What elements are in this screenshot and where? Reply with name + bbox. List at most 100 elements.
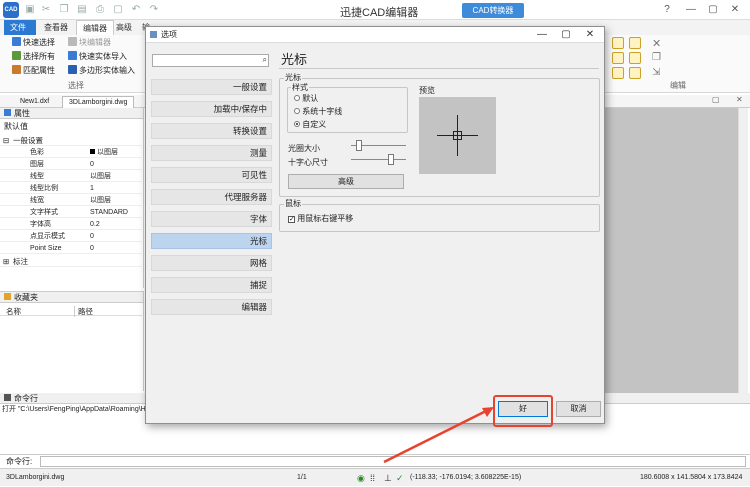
arrow-shaft [383,408,489,464]
advanced-button[interactable]: 高级 [288,174,404,189]
table-row[interactable]: 线型 以图层 [0,171,142,182]
dialog-icon [150,31,157,38]
copy-icon[interactable]: ❐ [652,52,661,63]
right-button-pan-checkbox[interactable]: ✓ 用鼠标右键平移 [288,213,353,224]
grid-icon[interactable]: ⁞⁞ [370,469,375,487]
crosshair-size-slider[interactable] [351,154,406,165]
status-size: 180.6008 x 141.5804 x 173.8424 [640,474,743,481]
group-label-select: 选择 [68,81,84,90]
entity-import-button[interactable]: 快速实体导入 [68,51,127,63]
slider-track [351,159,406,160]
favorites-panel: 收藏夹 名称 路径 [0,291,144,391]
draw-icon[interactable] [612,67,624,79]
vertical-scrollbar[interactable] [738,108,748,393]
tab-editor[interactable]: 编辑器 [76,20,114,35]
nav-editor[interactable]: 编辑器 [151,299,272,315]
preview-icon[interactable]: ▢ [112,4,124,16]
cancel-button[interactable]: 取消 [556,401,601,417]
help-icon[interactable]: ? [660,3,674,17]
nav-load-save[interactable]: 加载中/保存中 [151,101,272,117]
table-row[interactable]: 点显示模式 0 [0,231,142,242]
move-icon[interactable]: ⇲ [652,67,660,78]
print-icon[interactable]: ⎙ [94,4,106,16]
table-row[interactable]: 图层 0 [0,159,142,170]
polygon-entity-icon [68,65,77,74]
osnap-icon[interactable]: ✓ [396,469,404,487]
redo-icon[interactable]: ↷ [148,4,160,16]
copy-icon[interactable]: ❐ [58,4,70,16]
favorites-columns: 名称 路径 [0,306,142,317]
nav-cursor[interactable]: 光标 [151,233,272,249]
annotation-arrow-icon [383,407,494,464]
dialog-maximize-icon[interactable]: ▢ [558,28,574,42]
cursor-size-slider[interactable] [351,140,406,151]
search-icon: ⌕ [262,55,267,64]
command-prompt: 命令行: [6,457,33,466]
paste-icon[interactable]: ▤ [76,4,88,16]
edit-icon[interactable] [629,37,641,49]
tab-viewer[interactable]: 查看器 [38,20,74,35]
match-properties-icon [12,65,21,74]
minimize-icon[interactable]: — [684,3,698,17]
close-icon[interactable]: ✕ [728,3,742,17]
table-row[interactable]: 色彩 以图层 [0,147,142,158]
edit-icon[interactable] [629,52,641,64]
doc-restore-icon[interactable]: ▢ [712,95,720,104]
table-row[interactable]: 线型比例 1 [0,183,142,194]
snap-icon[interactable]: ◉ [357,469,365,487]
dialog-minimize-icon[interactable]: — [534,28,550,42]
nav-visibility[interactable]: 可见性 [151,167,272,183]
group-label-edit: 编辑 [670,81,686,90]
drawing-canvas[interactable] [604,108,746,403]
table-row[interactable]: Point Size 0 [0,243,142,254]
delete-icon[interactable]: ✕ [652,37,661,50]
polygon-entity-button[interactable]: 多边形实体输入 [68,65,135,77]
tab-advanced[interactable]: 高级 [110,20,138,35]
radio-selected-icon [294,121,300,127]
nav-font[interactable]: 字体 [151,211,272,227]
default-value-label: 默认值 [4,122,28,131]
maximize-icon[interactable]: ▢ [706,3,720,17]
nav-proxy[interactable]: 代理服务器 [151,189,272,205]
section-annotation[interactable]: ⊞ 标注 [0,256,142,267]
cad-converter-button[interactable]: CAD转换器 [462,3,524,18]
nav-measure[interactable]: 测量 [151,145,272,161]
section-general[interactable]: ⊟ 一般设置 [0,135,142,146]
nav-general[interactable]: 一般设置 [151,79,272,95]
slider-thumb[interactable] [356,140,362,151]
table-row[interactable]: 字体高 0.2 [0,219,142,230]
nav-search-input[interactable]: ⌕ [152,54,269,67]
edit-icon[interactable] [629,67,641,79]
column-name[interactable]: 名称 [6,306,21,317]
draw-icon[interactable] [612,52,624,64]
select-all-button[interactable]: 选择所有 [12,51,55,63]
style-option-system[interactable]: 系统十字线 [294,106,342,117]
status-bar: 3DLamborgini.dwg 1/1 ◉ ⁞⁞ ⊥ ✓ (-118.33; … [0,468,750,486]
block-editor-button[interactable]: 块编辑器 [68,37,111,49]
cut-icon[interactable]: ✂ [40,4,52,16]
checkbox-checked-icon: ✓ [288,216,295,223]
dialog-close-icon[interactable]: ✕ [582,28,598,42]
undo-icon[interactable]: ↶ [130,4,142,16]
radio-icon [294,95,300,101]
ortho-icon[interactable]: ⊥ [384,469,392,487]
tab-file[interactable]: 文件 [4,20,36,35]
save-icon[interactable]: ▣ [24,4,36,16]
column-path[interactable]: 路径 [74,306,93,317]
draw-icon[interactable] [612,37,624,49]
nav-conversion[interactable]: 转换设置 [151,123,272,139]
match-properties-button[interactable]: 匹配属性 [12,65,55,77]
status-page: 1/1 [297,474,307,481]
style-option-default[interactable]: 默认 [294,93,318,104]
doc-close-icon[interactable]: ✕ [736,95,743,104]
quick-select-button[interactable]: 快速选择 [12,37,55,49]
style-option-custom[interactable]: 自定义 [294,119,326,130]
nav-snap[interactable]: 捕捉 [151,277,272,293]
nav-grid[interactable]: 网格 [151,255,272,271]
app-title: 迅捷CAD编辑器 [340,7,419,19]
slider-thumb[interactable] [388,154,394,165]
table-row[interactable]: 线宽 以图层 [0,195,142,206]
doc-tab[interactable]: New1.dxf [14,96,55,108]
doc-tab[interactable]: 3DLamborgini.dwg [62,96,135,108]
table-row[interactable]: 文字样式 STANDARD [0,207,142,218]
